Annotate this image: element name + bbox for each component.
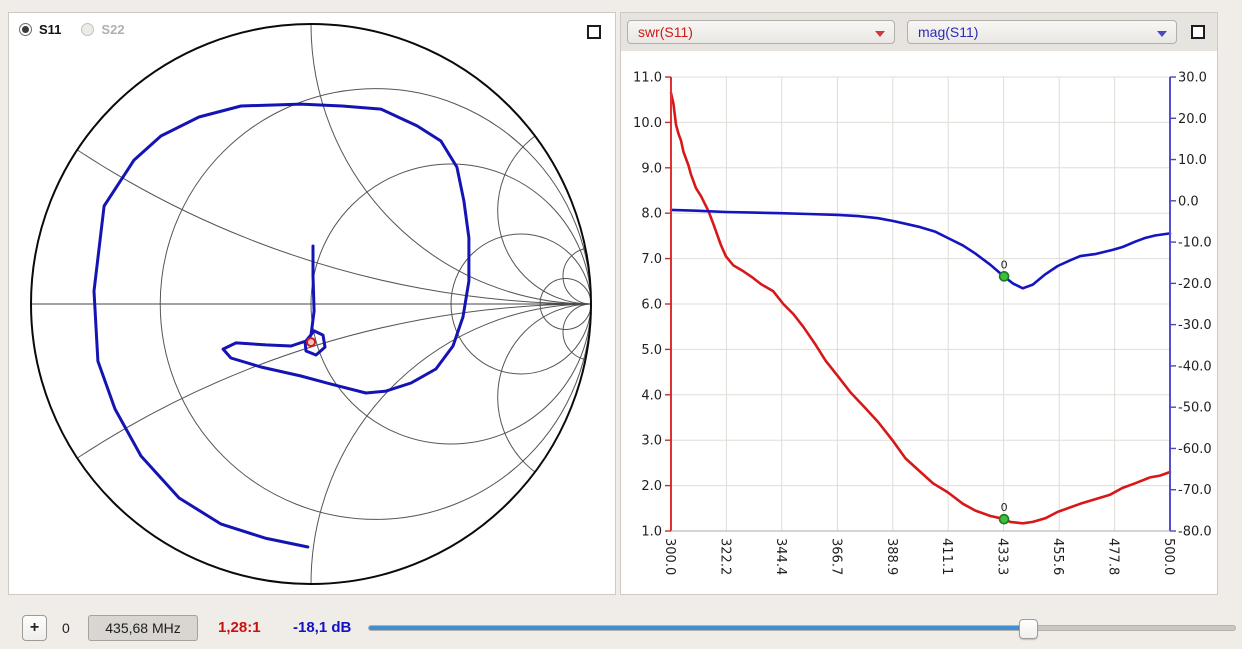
frequency-slider[interactable] (368, 618, 1236, 639)
svg-text:-40.0: -40.0 (1178, 359, 1212, 374)
svg-text:-60.0: -60.0 (1178, 442, 1212, 457)
svg-text:322.2: 322.2 (717, 538, 732, 575)
svg-text:30.0: 30.0 (1178, 71, 1207, 86)
svg-text:-80.0: -80.0 (1178, 525, 1212, 540)
svg-text:-10.0: -10.0 (1178, 236, 1212, 251)
marker-swr-value: 1,28:1 (218, 619, 261, 636)
svg-text:388.9: 388.9 (884, 538, 899, 575)
plot-toolbar: swr(S11) mag(S11) (621, 13, 1217, 51)
svg-text:0: 0 (1001, 258, 1008, 271)
svg-text:-20.0: -20.0 (1178, 277, 1212, 292)
swr(S11)-curve (669, 91, 1172, 525)
plot-marker-0: 0 (998, 501, 1010, 525)
right-axis-ticks: 30.0 20.0 10.0 0.0 -10.0 -20.0 -30.0 -40.0 -50.0… (1170, 71, 1212, 540)
svg-text:433.3: 433.3 (995, 538, 1010, 575)
smith-chart-panel: S11 S22 (8, 12, 616, 595)
svg-text:-50.0: -50.0 (1178, 401, 1212, 416)
slider-track[interactable] (368, 625, 1236, 631)
chevron-down-icon (1157, 31, 1167, 37)
svg-text:9.0: 9.0 (641, 161, 662, 176)
svg-text:455.6: 455.6 (1050, 538, 1065, 575)
svg-text:344.4: 344.4 (773, 538, 788, 575)
svg-text:0: 0 (1001, 501, 1008, 514)
svg-text:477.8: 477.8 (1106, 538, 1121, 575)
right-trace-dropdown[interactable]: mag(S11) (907, 20, 1177, 44)
smith-marker-0 (306, 337, 316, 348)
chevron-down-icon (875, 31, 885, 37)
left-trace-dropdown-value: swr(S11) (638, 24, 693, 40)
svg-text:500.0: 500.0 (1161, 538, 1176, 575)
svg-text:1.0: 1.0 (641, 525, 662, 540)
add-marker-button[interactable]: + (22, 615, 47, 641)
mag(S11)-curve (669, 208, 1172, 290)
svg-text:10.0: 10.0 (633, 116, 662, 131)
left-trace-dropdown[interactable]: swr(S11) (627, 20, 895, 44)
plot-gridlines (670, 76, 1171, 532)
svg-text:10.0: 10.0 (1178, 153, 1207, 168)
svg-text:366.7: 366.7 (828, 538, 843, 575)
right-trace-dropdown-value: mag(S11) (918, 24, 979, 40)
svg-text:6.0: 6.0 (641, 298, 662, 313)
marker-index: 0 (62, 620, 70, 636)
svg-text:8.0: 8.0 (641, 207, 662, 222)
svg-text:5.0: 5.0 (641, 343, 662, 358)
marker-frequency-button[interactable]: 435,68 MHz (88, 615, 198, 641)
plot-marker-0: 0 (998, 258, 1010, 282)
maximize-icon[interactable] (1191, 25, 1205, 39)
svg-text:7.0: 7.0 (641, 252, 662, 267)
marker-bar: + 0 435,68 MHz 1,28:1 -18,1 dB (0, 600, 1242, 649)
s11-trace (92, 102, 471, 549)
svg-text:-70.0: -70.0 (1178, 483, 1212, 498)
svg-text:411.1: 411.1 (939, 538, 954, 575)
smith-chart (30, 23, 592, 585)
svg-text:11.0: 11.0 (633, 71, 662, 86)
svg-text:300.0: 300.0 (662, 538, 677, 575)
x-axis-ticks: 300.0 322.2 344.4 366.7 388.9 411.1 433.3 455.6… (662, 538, 1176, 575)
marker-mag-value: -18,1 dB (293, 619, 352, 636)
svg-text:4.0: 4.0 (641, 388, 662, 403)
svg-text:0.0: 0.0 (1178, 194, 1199, 209)
slider-handle[interactable] (1018, 619, 1038, 639)
svg-text:20.0: 20.0 (1178, 112, 1207, 127)
xy-plot-panel: swr(S11) mag(S11) 11.0 10.0 9.0 8.0 7.0 6.0 5.… (620, 12, 1218, 595)
svg-text:2.0: 2.0 (641, 479, 662, 494)
slider-fill (369, 626, 1028, 630)
left-axis-ticks: 11.0 10.0 9.0 8.0 7.0 6.0 5.0 4.0 3.0 2.0 1.0 (633, 71, 671, 540)
xy-plot: 11.0 10.0 9.0 8.0 7.0 6.0 5.0 4.0 3.0 2.0 1.0 30.0 2… (633, 71, 1212, 576)
svg-text:3.0: 3.0 (641, 434, 662, 449)
svg-text:-30.0: -30.0 (1178, 318, 1212, 333)
